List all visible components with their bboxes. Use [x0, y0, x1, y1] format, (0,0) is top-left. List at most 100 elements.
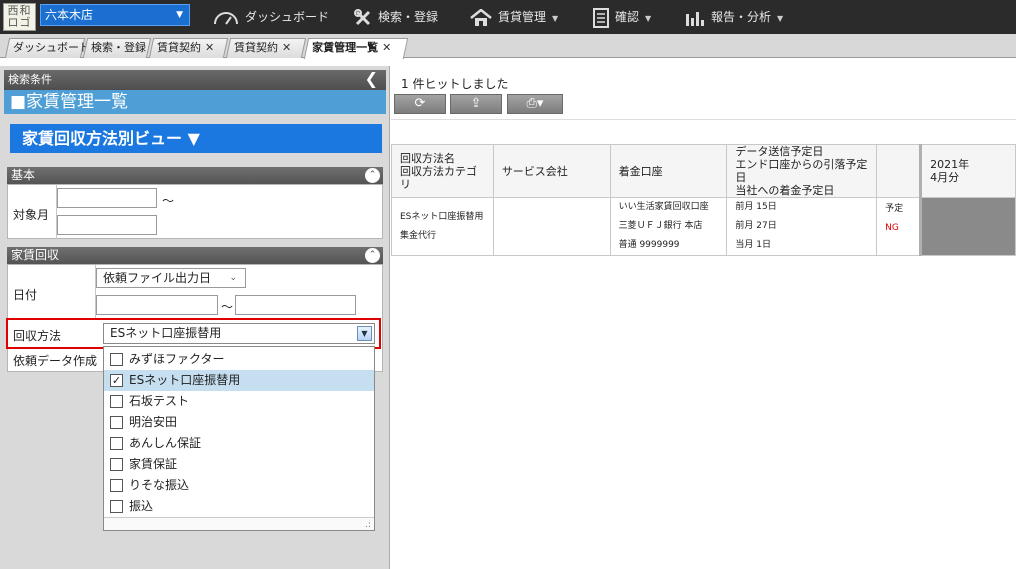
- speedometer-icon: [214, 11, 238, 25]
- checkbox[interactable]: [110, 353, 123, 366]
- option-label: 家賃保証: [129, 457, 178, 471]
- chevron-up-icon[interactable]: ⌃: [365, 168, 380, 183]
- chevron-down-icon: ⌄: [229, 273, 237, 283]
- header-text: エンド口座からの引落予定日: [735, 158, 868, 184]
- col-collection-method[interactable]: 回収方法名 回収方法カテゴリ: [391, 144, 494, 198]
- cell-collection-method: ESネット口座振替用 集金代行: [391, 197, 494, 256]
- refresh-icon: ⟳: [414, 96, 426, 111]
- house-icon: [470, 8, 492, 26]
- option-label: ESネット口座振替用: [129, 373, 241, 387]
- results-pane: 1 件ヒットしました ⟳ ⇪ ⎙▾ 回収方法名 回収方法カテゴリ サービス会社 …: [391, 66, 1016, 569]
- resize-grip-icon[interactable]: .:: [365, 520, 371, 530]
- header-text: 回収方法カテゴリ: [400, 164, 477, 191]
- target-month-to-input[interactable]: [57, 215, 157, 235]
- table-header-row: 回収方法名 回収方法カテゴリ サービス会社 着金口座 データ送信予定日 エンド口…: [391, 144, 1016, 198]
- cell-text: ESネット口座振替用: [400, 211, 484, 222]
- chevron-up-icon[interactable]: ⌃: [365, 248, 380, 263]
- refresh-button[interactable]: ⟳: [394, 94, 446, 114]
- export-icon: ⇪: [470, 96, 482, 111]
- date-type-select-value: 依頼ファイル出力日: [103, 271, 212, 285]
- tab-dashboard[interactable]: ダッシュボード: [4, 38, 90, 58]
- tab-rental-contract-1[interactable]: 賃貸契約 ✕: [148, 38, 229, 58]
- checkbox[interactable]: [110, 500, 123, 513]
- tab-rental-contract-2[interactable]: 賃貸契約 ✕: [225, 38, 307, 58]
- tab-dashboard-label: ダッシュボード: [13, 41, 90, 54]
- cell-text: 普通 9999999: [618, 240, 680, 250]
- cell-text: 前月 27日: [735, 221, 777, 231]
- section-basic-title: 基本: [11, 168, 36, 182]
- date-to-input[interactable]: [235, 295, 356, 315]
- highlight-box: [6, 318, 381, 349]
- nav-dashboard-label: ダッシュボード: [245, 10, 330, 24]
- cell-text: いい生活家賃回収口座: [618, 202, 709, 212]
- tab-label: 家賃管理一覧: [312, 41, 379, 54]
- collapse-panel-icon[interactable]: ❮: [365, 69, 378, 89]
- checkbox[interactable]: [110, 395, 123, 408]
- option-label: りそな振込: [129, 478, 190, 492]
- checkbox[interactable]: [110, 458, 123, 471]
- date-type-select[interactable]: 依頼ファイル出力日 ⌄: [96, 268, 246, 288]
- checkbox[interactable]: [110, 479, 123, 492]
- dropdown-option[interactable]: 明治安田: [104, 412, 374, 433]
- view-selector-button[interactable]: 家賃回収方法別ビュー ▼: [10, 124, 382, 153]
- option-label: 明治安田: [129, 415, 178, 429]
- status-ng-text: NG: [885, 223, 899, 233]
- close-icon[interactable]: ✕: [382, 41, 391, 54]
- header-text: 4月分: [930, 171, 960, 184]
- rent-management-table: 回収方法名 回収方法カテゴリ サービス会社 着金口座 データ送信予定日 エンド口…: [391, 144, 1016, 256]
- export-button[interactable]: ⇪: [450, 94, 502, 114]
- target-month-label: 対象月: [13, 208, 50, 222]
- close-icon[interactable]: ✕: [282, 41, 291, 54]
- checkbox[interactable]: [110, 437, 123, 450]
- col-status: [876, 144, 922, 198]
- header-text: 回収方法名: [400, 151, 455, 165]
- tab-rent-management-list[interactable]: 家賃管理一覧 ✕: [303, 38, 409, 59]
- tab-search-register[interactable]: 検索・登録: [82, 38, 152, 58]
- nav-report-analysis-label: 報告・分析: [711, 10, 772, 24]
- dropdown-option[interactable]: ✓ ESネット口座振替用: [104, 370, 374, 391]
- col-service-company[interactable]: サービス会社: [492, 144, 611, 198]
- dropdown-option[interactable]: 振込: [104, 496, 374, 517]
- section-basic-header[interactable]: 基本 ⌃: [7, 167, 383, 184]
- range-tilde: ～: [162, 194, 175, 208]
- target-month-from-input[interactable]: [57, 188, 157, 208]
- nav-rental-management[interactable]: 賃貸管理 ▼: [470, 0, 558, 34]
- table-row[interactable]: ESネット口座振替用 集金代行 いい生活家賃回収口座 三菱ＵＦＪ銀行 本店 普通…: [391, 197, 1016, 256]
- tab-label: 賃貸契約: [234, 41, 278, 54]
- hit-count-text: 1 件ヒットしました: [401, 77, 509, 91]
- checkbox-checked[interactable]: ✓: [110, 374, 123, 387]
- range-tilde: ～: [221, 300, 234, 314]
- option-label: みずほファクター: [129, 352, 225, 366]
- checkbox[interactable]: [110, 416, 123, 429]
- nav-search-register[interactable]: 検索・登録: [354, 0, 438, 34]
- cell-schedule-dates: 前月 15日 前月 27日 当月 1日: [726, 197, 878, 256]
- cell-period[interactable]: [919, 197, 1016, 256]
- close-icon[interactable]: ✕: [205, 41, 214, 54]
- dropdown-footer: .:: [104, 517, 374, 530]
- col-deposit-account[interactable]: 着金口座: [609, 144, 728, 198]
- dropdown-option[interactable]: 石坂テスト: [104, 391, 374, 412]
- dropdown-option[interactable]: みずほファクター: [104, 349, 374, 370]
- nav-confirm[interactable]: 確認 ▼: [593, 0, 651, 34]
- print-button[interactable]: ⎙▾: [507, 94, 563, 114]
- request-data-label: 依頼データ作成: [13, 354, 98, 368]
- dropdown-option[interactable]: あんしん保証: [104, 433, 374, 454]
- cell-text: 前月 15日: [735, 202, 777, 212]
- date-from-input[interactable]: [96, 295, 218, 315]
- divider: [391, 119, 1016, 120]
- option-label: 振込: [129, 499, 154, 513]
- store-select[interactable]: 六本木店 ▼: [40, 4, 190, 26]
- nav-dashboard[interactable]: ダッシュボード: [213, 0, 329, 34]
- header-text: 2021年: [930, 158, 970, 171]
- col-schedule-dates[interactable]: データ送信予定日 エンド口座からの引落予定日 当社への着金予定日: [726, 144, 878, 198]
- date-label: 日付: [13, 288, 38, 302]
- section-rent-collection-header[interactable]: 家賃回収 ⌃: [7, 247, 383, 264]
- nav-report-analysis[interactable]: 報告・分析 ▼: [685, 0, 783, 34]
- tab-search-register-label: 検索・登録: [91, 41, 146, 54]
- dropdown-option[interactable]: りそな振込: [104, 475, 374, 496]
- cell-deposit-account: いい生活家賃回収口座 三菱ＵＦＪ銀行 本店 普通 9999999: [609, 197, 728, 256]
- col-period[interactable]: 2021年 4月分: [919, 144, 1016, 198]
- dropdown-option[interactable]: 家賃保証: [104, 454, 374, 475]
- bar-chart-icon: [686, 11, 704, 26]
- option-label: 石坂テスト: [129, 394, 190, 408]
